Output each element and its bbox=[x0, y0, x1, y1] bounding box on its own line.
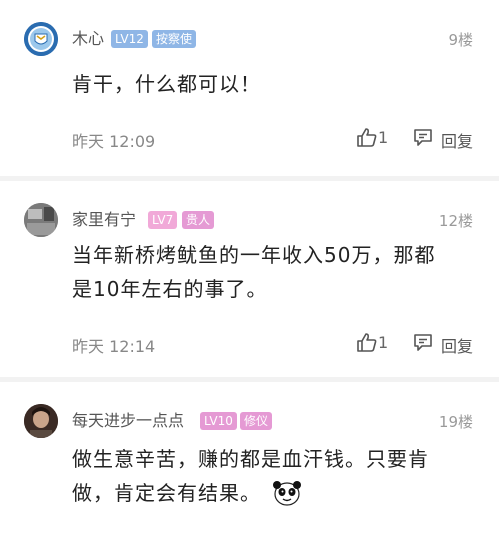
comment-text: 当年新桥烤鱿鱼的一年收入50万，那都 是10年左右的事了。 bbox=[72, 238, 472, 306]
level-badge: LV12 bbox=[111, 30, 148, 48]
comment-card: 每天进步一点点 LV10 修仪 19楼 做生意辛苦，赚的都是血汗钱。只要肯 做，… bbox=[0, 382, 499, 545]
like-button[interactable] bbox=[356, 126, 396, 150]
username[interactable]: 家里有宁 bbox=[72, 209, 136, 231]
comment-line: 做生意辛苦，赚的都是血汗钱。只要肯 bbox=[72, 447, 429, 471]
floor-number: 12楼 bbox=[438, 212, 473, 230]
username[interactable]: 每天进步一点点 bbox=[72, 410, 184, 432]
thumbs-up-icon bbox=[357, 128, 377, 147]
comment-line: 当年新桥烤鱿鱼的一年收入50万，那都 bbox=[72, 243, 436, 267]
comment-text: 肯干，什么都可以！ bbox=[72, 72, 261, 96]
avatar[interactable] bbox=[24, 203, 58, 237]
level-badge: LV7 bbox=[148, 211, 178, 229]
comment-line-text: 做，肯定会有结果。 bbox=[72, 481, 261, 505]
comment-bubble-icon bbox=[414, 129, 432, 146]
comment-line: 做，肯定会有结果。 bbox=[72, 476, 472, 510]
comment-bubble-icon bbox=[414, 334, 432, 351]
panda-face-icon bbox=[273, 481, 302, 506]
comment-card: 家里有宁 LV7 贵人 12楼 当年新桥烤鱿鱼的一年收入50万，那都 是10年左… bbox=[0, 181, 499, 377]
like-count: 1 bbox=[378, 333, 389, 352]
thumbs-up-icon bbox=[357, 333, 377, 352]
like-count: 1 bbox=[378, 128, 389, 147]
club-badge-icon bbox=[24, 22, 58, 56]
title-badge: 按察使 bbox=[152, 30, 197, 48]
avatar[interactable] bbox=[24, 22, 58, 56]
comment-text: 做生意辛苦，赚的都是血汗钱。只要肯 做，肯定会有结果。 bbox=[72, 442, 472, 510]
reply-label: 回复 bbox=[441, 337, 474, 356]
like-button[interactable] bbox=[356, 331, 396, 355]
timestamp: 昨天 12:09 bbox=[72, 132, 156, 151]
title-badge: 修仪 bbox=[240, 412, 273, 430]
user-photo-icon bbox=[24, 203, 58, 237]
floor-number: 19楼 bbox=[438, 413, 473, 431]
comment-line: 是10年左右的事了。 bbox=[72, 277, 268, 301]
avatar[interactable] bbox=[24, 404, 58, 438]
floor-number: 9楼 bbox=[448, 31, 473, 49]
username[interactable]: 木心 bbox=[72, 28, 104, 50]
title-badge: 贵人 bbox=[182, 211, 215, 229]
comment-card: 木心 LV12 按察使 9楼 肯干，什么都可以！ 昨天 12:09 1 回复 bbox=[0, 0, 499, 176]
user-photo-icon bbox=[24, 404, 58, 438]
reply-label: 回复 bbox=[441, 132, 474, 151]
level-badge: LV10 bbox=[200, 412, 237, 430]
timestamp: 昨天 12:14 bbox=[72, 337, 156, 356]
